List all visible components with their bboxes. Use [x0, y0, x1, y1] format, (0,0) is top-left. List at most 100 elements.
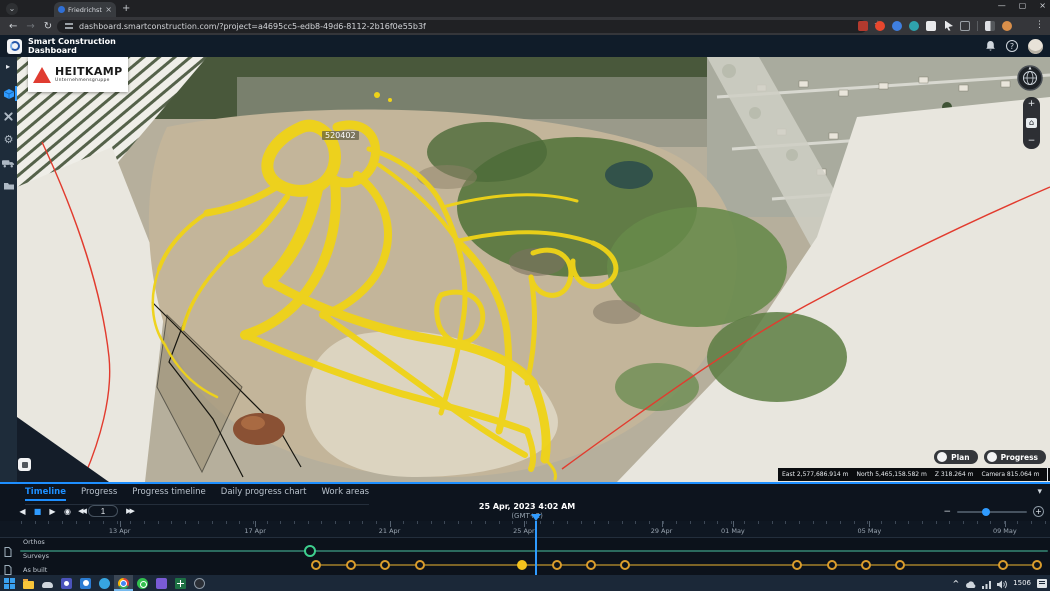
stop-button[interactable]: ■ — [32, 506, 43, 517]
notifications-bell-icon[interactable] — [985, 40, 996, 52]
ortho-layer-icon[interactable] — [4, 542, 12, 561]
timeline-zoom-out[interactable]: − — [943, 507, 951, 517]
onedrive-tray-icon[interactable] — [965, 574, 976, 591]
extension-white-pointer-icon[interactable] — [943, 21, 953, 31]
survey-point[interactable] — [346, 560, 356, 570]
forward-button[interactable]: → — [26, 21, 34, 32]
taskbar-cloud-icon[interactable] — [38, 575, 57, 591]
taskbar-whatsapp-icon[interactable] — [133, 575, 152, 591]
extension-outline-square-icon[interactable] — [960, 21, 970, 31]
reload-button[interactable]: ↻ — [44, 21, 52, 32]
window-close-button[interactable]: × — [1039, 1, 1046, 10]
survey-point[interactable] — [861, 560, 871, 570]
sidebar-files-icon[interactable] — [0, 177, 17, 194]
profile-avatar-icon[interactable] — [1002, 21, 1012, 31]
zoom-out-button[interactable]: − — [1028, 137, 1036, 146]
site-settings-icon[interactable] — [65, 23, 73, 29]
side-panel-icon[interactable] — [985, 21, 995, 31]
timeline-zoom-knob[interactable] — [982, 508, 990, 516]
taskbar-excel-icon[interactable] — [171, 575, 190, 591]
sidebar-expand-icon[interactable]: ▸ — [6, 62, 17, 71]
browser-menu-icon[interactable]: ⋮ — [1035, 20, 1044, 30]
timeline-zoom-in[interactable]: + — [1033, 506, 1044, 517]
taskbar-explorer-icon[interactable] — [19, 575, 38, 591]
survey-point-selected[interactable] — [517, 560, 527, 570]
taskbar-outlook-icon[interactable] — [76, 575, 95, 591]
tab-daily-progress-chart[interactable]: Daily progress chart — [221, 487, 307, 501]
volume-tray-icon[interactable] — [997, 574, 1007, 591]
sidebar-vehicles-icon[interactable] — [0, 154, 17, 171]
new-tab-button[interactable]: + — [122, 4, 130, 14]
tab-work-areas[interactable]: Work areas — [322, 487, 370, 501]
progress-toggle[interactable]: Progress — [984, 450, 1046, 464]
network-tray-icon[interactable] — [982, 574, 991, 591]
compass-control[interactable] — [1017, 65, 1043, 91]
survey-point[interactable] — [792, 560, 802, 570]
ruler-tick — [840, 521, 841, 524]
site-aerial-view[interactable] — [17, 57, 1050, 482]
browser-tab[interactable]: Friedrichsthal Ertüchtigung Be… × — [54, 2, 116, 17]
hidden-icons-chevron[interactable]: ^ — [952, 579, 959, 588]
user-avatar[interactable] — [1028, 39, 1043, 54]
taskbar-notes-icon[interactable] — [152, 575, 171, 591]
machine-label[interactable]: 520402 — [322, 131, 359, 140]
fast-forward-button[interactable]: ▶▶ — [124, 506, 135, 517]
ruler-tick — [499, 521, 500, 524]
survey-point[interactable] — [827, 560, 837, 570]
ruler-tick — [540, 521, 541, 524]
action-center-icon[interactable] — [1037, 579, 1047, 588]
clock[interactable]: 1506 — [1013, 579, 1031, 587]
survey-point[interactable] — [586, 560, 596, 570]
survey-point[interactable] — [895, 560, 905, 570]
window-minimize-button[interactable]: — — [998, 1, 1006, 10]
map-legend-button[interactable] — [18, 458, 31, 471]
taskbar-chrome-icon[interactable] — [114, 575, 133, 591]
ruler-tick — [253, 521, 254, 524]
survey-point[interactable] — [620, 560, 630, 570]
ruler-tick — [676, 521, 677, 524]
step-back-button[interactable]: ◀ — [17, 506, 28, 517]
tab-timeline[interactable]: Timeline — [25, 487, 66, 501]
extension-blue-circle-icon[interactable] — [892, 21, 902, 31]
survey-point[interactable] — [998, 560, 1008, 570]
plan-toggle[interactable]: Plan — [934, 450, 977, 464]
taskbar-skype-icon[interactable] — [95, 575, 114, 591]
ruler-tick — [744, 521, 745, 524]
survey-point[interactable] — [415, 560, 425, 570]
survey-point[interactable] — [311, 560, 321, 570]
ortho-point[interactable] — [304, 545, 316, 557]
panel-collapse-icon[interactable]: ▾ — [1037, 487, 1042, 497]
taskbar-teams-icon[interactable] — [57, 575, 76, 591]
zoom-in-button[interactable]: + — [1028, 100, 1036, 109]
taskbar-portal-icon[interactable] — [190, 575, 209, 591]
sidebar-tools-icon[interactable] — [0, 108, 17, 125]
extension-orange-circle-icon[interactable] — [875, 21, 885, 31]
rewind-button[interactable]: ◀◀ — [76, 506, 87, 517]
record-button[interactable]: ◉ — [62, 506, 73, 517]
map-viewport[interactable]: HEITKAMP Unternehmensgruppe 520402 + ⌂ −… — [17, 57, 1050, 482]
extension-white-square-icon[interactable] — [926, 21, 936, 31]
survey-point[interactable] — [1032, 560, 1042, 570]
taskbar-start-icon[interactable] — [0, 575, 19, 591]
address-bar[interactable]: dashboard.smartconstruction.com/?project… — [57, 20, 867, 33]
extension-red-icon[interactable] — [858, 21, 868, 31]
tab-search-icon[interactable]: ⌄ — [6, 3, 18, 15]
help-icon[interactable]: ? — [1006, 40, 1018, 52]
back-button[interactable]: ← — [9, 21, 17, 32]
sidebar-settings-icon[interactable]: ⚙ — [0, 131, 17, 148]
tab-close-icon[interactable]: × — [105, 6, 112, 14]
time-cursor-handle[interactable] — [531, 514, 541, 521]
survey-point[interactable] — [380, 560, 390, 570]
window-maximize-button[interactable]: ▢ — [1019, 1, 1027, 10]
timeline-zoom-slider[interactable] — [957, 511, 1027, 513]
smart-construction-logo-icon[interactable] — [7, 39, 22, 54]
tab-progress-timeline[interactable]: Progress timeline — [132, 487, 206, 501]
extension-teal-circle-icon[interactable] — [909, 21, 919, 31]
survey-point[interactable] — [552, 560, 562, 570]
sidebar-model-cube-icon[interactable] — [0, 85, 17, 102]
page-input[interactable] — [88, 505, 118, 517]
timeline-ruler[interactable]: 13 Apr17 Apr21 Apr25 Apr29 Apr01 May05 M… — [0, 521, 1050, 538]
play-button[interactable]: ▶ — [47, 506, 58, 517]
tab-progress[interactable]: Progress — [81, 487, 117, 501]
home-view-button[interactable]: ⌂ — [1026, 118, 1037, 128]
